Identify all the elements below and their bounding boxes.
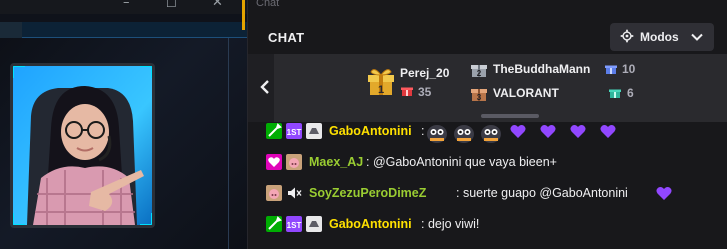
maximize-icon[interactable]: ☐ xyxy=(166,0,177,10)
gift-icon xyxy=(401,87,413,96)
gift-icon: 2 xyxy=(471,65,487,78)
gift-leaderboard: 1 Perej_20 35 2 TheBuddhaMann 10 3 VALOR… xyxy=(248,54,727,122)
leaderboard-gifts-1: 35 xyxy=(418,85,432,99)
svg-text:1ST: 1ST xyxy=(287,221,302,230)
rank-1-number: 1 xyxy=(378,84,384,96)
gift-icon xyxy=(609,89,621,98)
leaderboard-gifts-3: 6 xyxy=(627,86,634,100)
divider-accent xyxy=(242,0,245,30)
chat-username[interactable]: GaboAntonini xyxy=(329,124,412,138)
chat-username[interactable]: SoyZezuPeroDimeZ xyxy=(309,186,426,200)
chat-text: : dejo viwi! xyxy=(421,217,480,231)
leaderboard-name-1[interactable]: Perej_20 xyxy=(400,66,449,80)
minimize-icon[interactable]: – xyxy=(123,0,130,10)
gift-icon: 1 xyxy=(368,69,394,96)
stream-top-strip xyxy=(0,22,247,38)
stream-preview: – ☐ ✕ xyxy=(0,0,247,249)
heart-emote xyxy=(510,125,526,138)
stream-top-strip-left xyxy=(0,22,22,38)
chat-message[interactable]: SoyZezuPeroDimeZ : suerte guapo @GaboAnt… xyxy=(266,182,716,204)
pig-badge xyxy=(286,154,302,170)
moderator-badge xyxy=(266,123,282,139)
subscriber-badge: 1ST xyxy=(286,216,302,232)
rank-3-number: 3 xyxy=(477,93,482,102)
window-caption: Chat xyxy=(256,0,280,9)
chat-title: CHAT xyxy=(268,30,305,45)
prime-badge xyxy=(306,216,322,232)
gift-icon xyxy=(605,65,617,74)
window-titlebar: – ☐ ✕ xyxy=(0,0,247,14)
chat-username[interactable]: Maex_AJ xyxy=(309,155,363,169)
leaderboard-content: 1 Perej_20 35 2 TheBuddhaMann 10 3 VALOR… xyxy=(274,54,727,122)
chat-message[interactable]: 1ST GaboAntonini : dejo viwi! xyxy=(266,213,716,235)
heart-emote xyxy=(570,125,586,138)
gear-icon xyxy=(620,29,634,43)
moderator-badge xyxy=(266,216,282,232)
gift-icon: 3 xyxy=(471,89,487,102)
leaderboard-name-3[interactable]: VALORANT xyxy=(493,86,559,100)
chat-message[interactable]: Maex_AJ : @GaboAntonini que vaya bieen+ xyxy=(266,151,716,173)
penguin-emote xyxy=(481,125,501,143)
stream-edge-line xyxy=(228,38,229,249)
chevron-left-icon[interactable] xyxy=(256,76,274,98)
webcam-feed xyxy=(13,66,152,225)
leaderboard-scroll-handle[interactable] xyxy=(481,114,539,118)
frame-corner xyxy=(140,213,152,225)
heart-emote xyxy=(540,125,556,138)
chat-message[interactable]: 1ST GaboAntonini : xyxy=(266,120,716,143)
leaderboard-gifts-2: 10 xyxy=(622,62,636,76)
pig-badge xyxy=(266,185,282,201)
close-icon[interactable]: ✕ xyxy=(212,0,223,10)
vip-heart-badge xyxy=(266,154,282,170)
subscriber-badge: 1ST xyxy=(286,123,302,139)
svg-text:1ST: 1ST xyxy=(287,128,302,137)
chevron-down-icon xyxy=(691,33,703,41)
mute-icon xyxy=(288,187,302,199)
webcam-frame xyxy=(10,63,155,228)
chat-panel: Chat CHAT Modos 1 Perej_20 35 2 TheBuddh… xyxy=(248,0,727,249)
chat-text: : suerte guapo @GaboAntonini xyxy=(456,186,628,200)
frame-corner xyxy=(13,66,25,78)
chat-text: : @GaboAntonini que vaya bieen+ xyxy=(366,155,557,169)
frame-corner xyxy=(13,213,25,225)
leaderboard-name-2[interactable]: TheBuddhaMann xyxy=(493,62,590,76)
modes-label: Modos xyxy=(640,30,679,44)
penguin-emote xyxy=(427,125,447,143)
heart-emote xyxy=(656,187,672,200)
prime-badge xyxy=(306,123,322,139)
chat-username[interactable]: GaboAntonini xyxy=(329,217,412,231)
penguin-emote xyxy=(454,125,474,143)
chat-text: : xyxy=(421,124,425,138)
modes-button[interactable]: Modos xyxy=(610,23,714,51)
heart-emote xyxy=(600,125,616,138)
rank-2-number: 2 xyxy=(477,69,482,78)
frame-corner xyxy=(140,66,152,78)
